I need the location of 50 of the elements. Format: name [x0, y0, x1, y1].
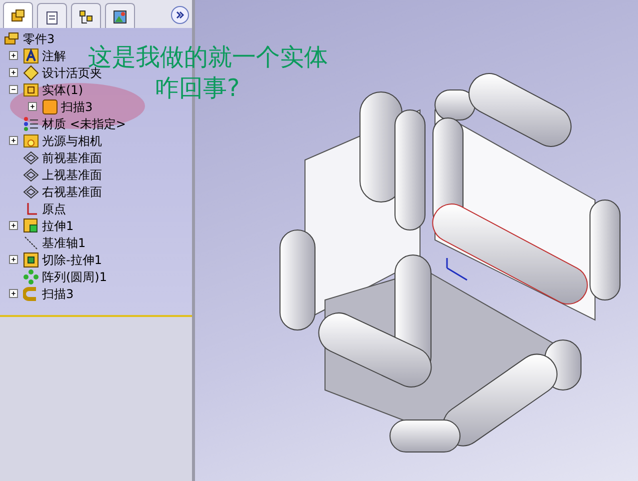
panel-tab[interactable]	[71, 3, 101, 28]
dashed-line-icon	[23, 234, 39, 250]
picture-icon	[112, 8, 128, 25]
tree-item-label[interactable]: 扫描3	[42, 284, 74, 302]
plane-icon	[23, 184, 39, 200]
tree-item-label[interactable]: 阵列(圆周)1	[42, 268, 107, 286]
cut-icon	[23, 252, 39, 268]
plane-icon	[23, 166, 39, 182]
circular-pattern-icon	[23, 268, 39, 284]
expand-button[interactable]	[171, 6, 189, 24]
cube-icon	[42, 98, 58, 114]
colored-dots-icon	[23, 116, 39, 132]
tree-nodes-icon	[78, 8, 94, 25]
panel-tab[interactable]	[105, 3, 135, 28]
part-blocks-icon	[4, 30, 20, 46]
folder-icon	[23, 82, 39, 98]
sweep-icon	[23, 286, 39, 302]
collapse-toggle[interactable]	[9, 85, 18, 94]
expand-toggle[interactable]	[9, 68, 18, 77]
expand-toggle[interactable]	[28, 102, 37, 111]
expand-toggle[interactable]	[9, 221, 18, 230]
panel-tab[interactable]	[37, 3, 67, 28]
tree-item-label[interactable]: 上视基准面	[42, 166, 102, 184]
tree-item-label[interactable]: 注解	[42, 46, 66, 64]
tree-item-label[interactable]: 材质 <未指定>	[42, 114, 126, 132]
tree-item-label[interactable]: 实体(1)	[42, 80, 83, 98]
part-tree-icon	[10, 8, 26, 24]
sun-folder-icon	[23, 132, 39, 148]
letter-a-icon	[23, 48, 39, 64]
expand-toggle[interactable]	[9, 136, 18, 145]
tree-item-label[interactable]: 光源与相机	[42, 132, 102, 150]
tree-item-label[interactable]: 前视基准面	[42, 148, 102, 166]
diamond-icon	[23, 64, 39, 80]
tree-item-label[interactable]: 原点	[42, 200, 66, 218]
extrude-icon	[23, 218, 39, 234]
expand-toggle[interactable]	[9, 289, 18, 298]
double-chevron-icon	[175, 10, 185, 20]
annotation-text: 这是我做的就一个实体	[88, 45, 328, 69]
tree-item-label[interactable]: 切除-拉伸1	[42, 250, 102, 268]
tree-item-label[interactable]: 零件3	[23, 30, 55, 48]
panel-tab[interactable]	[3, 2, 33, 28]
expand-toggle[interactable]	[9, 255, 18, 264]
plane-icon	[23, 150, 39, 166]
annotation-text: 咋回事?	[155, 76, 240, 100]
tree-item-label[interactable]: 扫描3	[61, 98, 93, 116]
clipboard-icon	[44, 8, 60, 25]
expand-toggle[interactable]	[9, 51, 18, 60]
tree-item-label[interactable]: 基准轴1	[42, 234, 86, 252]
tree-item-label[interactable]: 拉伸1	[42, 216, 74, 234]
tree-item-label[interactable]: 右视基准面	[42, 182, 102, 200]
